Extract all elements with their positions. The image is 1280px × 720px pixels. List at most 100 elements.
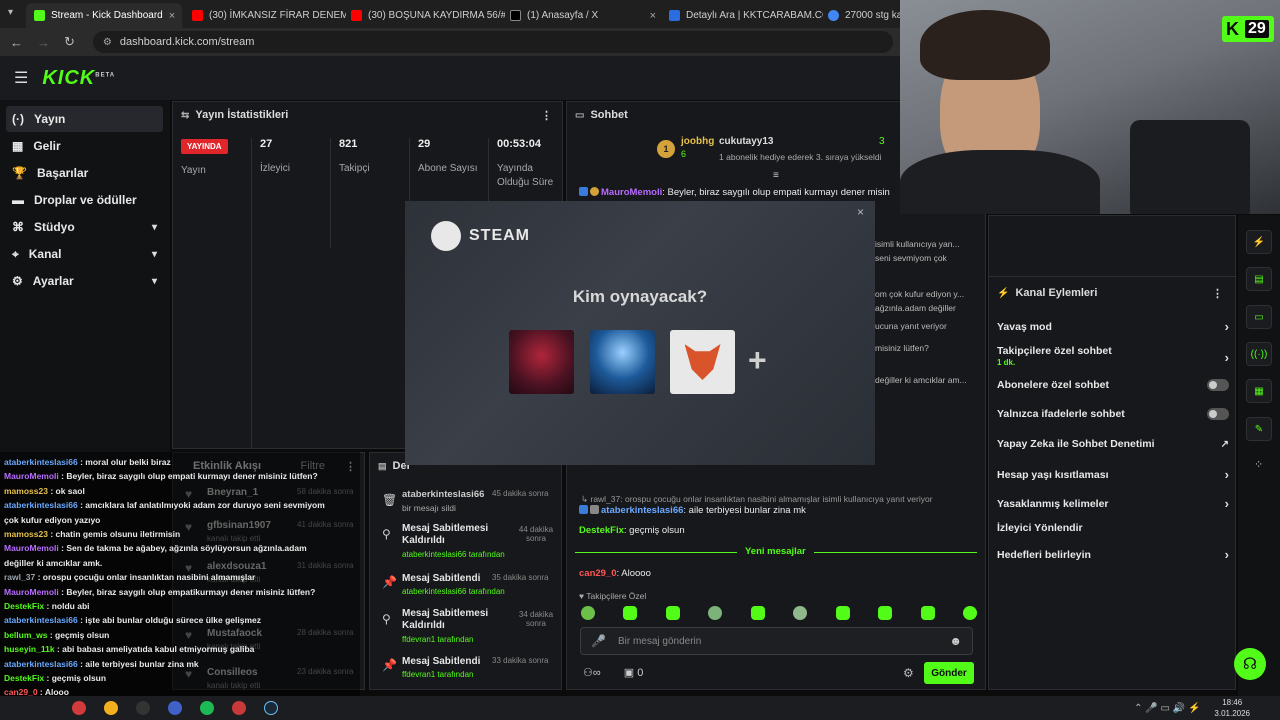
forward-arrow-icon[interactable]: → (37, 35, 50, 50)
app-icon[interactable] (72, 701, 86, 715)
back-arrow-icon[interactable]: ← (10, 35, 23, 50)
more-options-icon[interactable]: ⋮ (1212, 287, 1223, 300)
close-tab-icon[interactable]: × (650, 10, 656, 22)
stat-followers: 821 Takipçi (330, 138, 408, 248)
stream-icon: (·) (12, 112, 24, 126)
stats-header: ⇆ Yayın İstatistikleri ⋮ (181, 109, 552, 122)
action-set-goals[interactable]: Hedefleri belirleyin › (997, 547, 1229, 562)
toggle-switch[interactable] (1207, 379, 1229, 391)
list-item: 📌 Mesaj Sabitlendi 35 dakika sonra atabe… (382, 573, 549, 596)
emote-icon[interactable] (962, 606, 977, 620)
tab-youtube-1[interactable]: (30) İMKANSIZ FİRAR DENEMESİ× (184, 3, 346, 28)
sidebar-item-studyo[interactable]: ⌘ Stüdyo ▾ (6, 214, 163, 240)
profile-avatar-2[interactable] (590, 330, 655, 394)
sidebar-item-kanal[interactable]: ⌖ Kanal ▾ (6, 241, 163, 267)
chat-icon[interactable]: ▭ (1246, 305, 1272, 329)
app-icon[interactable] (168, 701, 182, 715)
sidebar-item-ayarlar[interactable]: ⚙ Ayarlar ▾ (6, 268, 163, 294)
action-raid[interactable]: İzleyici Yönlendir (997, 522, 1229, 534)
unpin-icon: ⚲ (382, 527, 391, 541)
chat-input[interactable]: 🎤 Bir mesaj gönderin ☻ (580, 627, 973, 655)
action-account-age[interactable]: Hesap yaşı kısıtlaması › (997, 467, 1229, 482)
users-icon[interactable]: ⚇∞ (583, 667, 601, 679)
kick-logo[interactable]: KICKBETA (42, 67, 115, 90)
action-emote-only[interactable]: Yalnızca ifadelerle sohbet (997, 408, 1229, 420)
overlay-chat-message: ataberkinteslasi66 : amcıklara laf anlat… (4, 500, 325, 511)
send-button[interactable]: Gönder (924, 662, 974, 684)
microphone-icon[interactable]: 🎤 (591, 634, 606, 648)
overlay-chat-message: huseyin_11k : abi babası ameliyatıda kab… (4, 644, 255, 655)
drag-handle-icon[interactable]: ⁘ (1254, 458, 1263, 471)
app-icon[interactable] (232, 701, 246, 715)
sidebar-item-droplar[interactable]: ▬ Droplar ve ödüller (6, 187, 163, 213)
more-options-icon[interactable]: ⋮ (541, 109, 552, 122)
toggle-switch[interactable] (1207, 408, 1229, 420)
pin-icon: 📌 (382, 575, 397, 589)
tab-list-icon[interactable]: ▾ (8, 7, 13, 18)
app-icon[interactable] (136, 701, 150, 715)
broadcast-icon[interactable]: ((·)) (1246, 342, 1272, 366)
tab-google[interactable]: 27000 stg kaç tl (820, 3, 900, 28)
lightning-icon[interactable]: ⚡ (1246, 230, 1272, 254)
url-field[interactable]: ⚙ dashboard.kick.com/stream (92, 31, 893, 53)
chrome-icon[interactable] (104, 701, 118, 715)
unpin-icon: ⚲ (382, 612, 391, 626)
sidebar-item-gelir[interactable]: ▦ Gelir (6, 133, 163, 159)
clock[interactable]: 18:46 3.01.2026 (1214, 697, 1250, 719)
add-profile-button[interactable]: + (748, 342, 767, 379)
profile-avatar-1[interactable] (509, 330, 574, 394)
wrench-icon[interactable]: ✎ (1246, 417, 1272, 441)
revenue-icon: ▦ (12, 139, 24, 153)
emote-icon[interactable] (708, 606, 723, 620)
sidebar-item-yayin[interactable]: (·) Yayın (6, 106, 163, 132)
overlay-chat-message: ataberkinteslasi66 : moral olur belki bi… (4, 457, 171, 467)
chat-bubble-icon: ▭ (575, 109, 585, 121)
spotify-icon[interactable] (200, 701, 214, 715)
emote-icon[interactable] (623, 606, 638, 620)
layout-icon[interactable]: ▦ (1246, 379, 1272, 403)
chair-shape (1130, 120, 1250, 214)
overlay-chat: ataberkinteslasi66 : moral olur belki bi… (0, 452, 360, 697)
x-icon (510, 10, 521, 21)
tab-x[interactable]: (1) Anasayfa / X × (502, 3, 664, 28)
close-icon[interactable]: × (857, 205, 864, 219)
tab-kick-dashboard[interactable]: Stream - Kick Dashboard × (26, 3, 182, 28)
action-followers-only[interactable]: Takipçilere özel sohbet 1 dk. › (997, 344, 1229, 370)
emote-icon[interactable] (920, 606, 935, 620)
emoji-icon[interactable]: ☻ (949, 634, 962, 648)
emote-icon[interactable] (581, 606, 595, 620)
hamburger-menu-icon[interactable]: ☰ (14, 68, 28, 88)
sidebar-item-basarilar[interactable]: 🏆 Başarılar (6, 160, 163, 186)
overlay-chat-message: MauroMemoli : Sen de takma be ağabey, ağ… (4, 543, 307, 554)
studio-icon: ⌘ (12, 220, 24, 234)
shirt-shape (900, 150, 1100, 214)
gear-icon: ⚙ (12, 274, 23, 288)
emote-icon[interactable] (878, 606, 893, 620)
collapse-icon[interactable]: ≡ (773, 170, 779, 181)
support-chat-icon[interactable]: ☊ (1234, 648, 1266, 680)
badge-icon (579, 505, 588, 514)
emote-icon[interactable] (665, 606, 680, 620)
profile-avatar-3[interactable] (670, 330, 735, 394)
gift-icon[interactable]: ▣ (624, 667, 634, 679)
action-ai-moderation[interactable]: Yapay Zeka ile Sohbet Denetimi ↗ (997, 438, 1229, 450)
action-banned-words[interactable]: Yasaklanmış kelimeler › (997, 496, 1229, 511)
clipboard-icon[interactable]: ▤ (1246, 267, 1272, 291)
tray-icons[interactable]: ⌃ 🎤 ▭ 🔊 ⚡ (1134, 703, 1200, 714)
trophy-icon: 🏆 (12, 166, 27, 180)
tab-youtube-2[interactable]: (30) BOŞUNA KAYDIRMA 56/#× (343, 3, 505, 28)
chat-settings-icon[interactable]: ⚙ (903, 666, 914, 680)
webcam-overlay: K 29 (900, 0, 1280, 214)
close-tab-icon[interactable]: × (169, 10, 175, 22)
tab-kktcarabam[interactable]: Detaylı Ara | KKTCARABAM.COM× (661, 3, 823, 28)
chevron-down-icon: ▾ (151, 275, 157, 287)
emote-icon[interactable] (835, 606, 850, 620)
emote-icon[interactable] (750, 606, 765, 620)
site-info-icon[interactable]: ⚙ (103, 37, 112, 48)
action-subscribers-only[interactable]: Abonelere özel sohbet (997, 379, 1229, 391)
reload-icon[interactable]: ↻ (64, 34, 75, 50)
emote-icon[interactable] (793, 606, 808, 620)
chevron-right-icon: › (1224, 467, 1229, 482)
steam-icon[interactable] (264, 701, 278, 715)
action-slow-mode[interactable]: Yavaş mod › (997, 319, 1229, 334)
